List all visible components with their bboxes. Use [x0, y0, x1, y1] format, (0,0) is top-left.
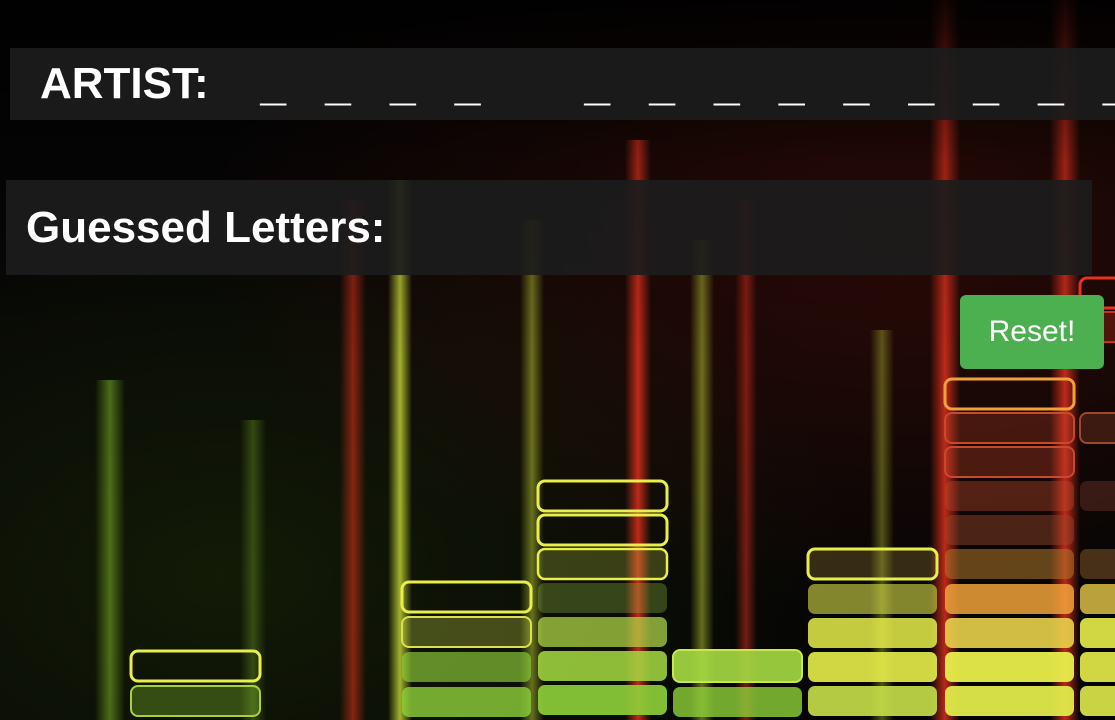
eq-block: [672, 649, 803, 683]
eq-block: [808, 652, 937, 682]
eq-block: [806, 547, 939, 581]
eq-block: [1080, 481, 1115, 511]
game-screen: ARTIST: _ _ _ _ _ _ _ _ _ _ _ _ _ _ _ _ …: [0, 0, 1115, 720]
light-beam: [95, 380, 125, 720]
eq-block: [945, 584, 1074, 614]
guessed-letters-panel: Guessed Letters:: [6, 180, 1092, 275]
eq-block: [1080, 549, 1115, 579]
eq-block: [944, 412, 1075, 444]
eq-block: [944, 446, 1075, 478]
eq-block: [538, 685, 667, 715]
eq-block: [945, 549, 1074, 579]
guessed-letters-label: Guessed Letters:: [26, 203, 386, 252]
eq-block: [808, 618, 937, 648]
eq-block: [673, 687, 802, 717]
eq-block: [130, 685, 261, 717]
eq-block: [1080, 652, 1115, 682]
eq-block: [400, 580, 533, 614]
eq-block: [1079, 412, 1115, 444]
artist-word-blanks: _ _ _ _ _ _ _ _ _ _ _ _ _ _ _ _ _: [260, 65, 1115, 115]
eq-block: [945, 652, 1074, 682]
eq-block: [536, 547, 669, 581]
eq-block: [538, 651, 667, 681]
light-beam: [240, 420, 266, 720]
eq-block: [1080, 686, 1115, 716]
reset-button[interactable]: Reset!: [960, 295, 1104, 369]
eq-block: [401, 616, 532, 648]
eq-block: [402, 652, 531, 682]
eq-block: [945, 618, 1074, 648]
eq-block: [945, 515, 1074, 545]
eq-block: [538, 617, 667, 647]
artist-panel: ARTIST: _ _ _ _ _ _ _ _ _ _ _ _ _ _ _ _ …: [10, 48, 1115, 120]
artist-label: ARTIST:: [40, 59, 209, 108]
eq-block: [402, 687, 531, 717]
eq-block: [945, 686, 1074, 716]
eq-block: [1080, 618, 1115, 648]
eq-block: [538, 583, 667, 613]
eq-block: [945, 481, 1074, 511]
eq-block: [808, 584, 937, 614]
eq-block: [808, 686, 937, 716]
eq-block: [1080, 584, 1115, 614]
